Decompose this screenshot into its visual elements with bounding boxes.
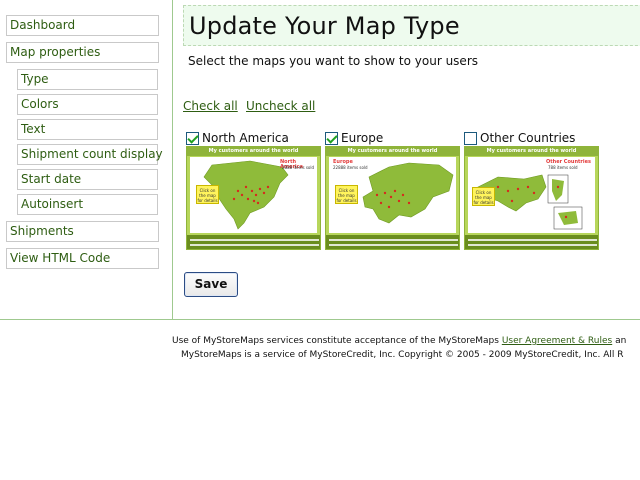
sidebar-item-dashboard[interactable]: Dashboard	[6, 15, 159, 36]
map-canvas: Click on the map for details Other Count…	[468, 157, 595, 233]
sidebar-item-start-date[interactable]: Start date	[17, 169, 158, 190]
map-canvas: Click on the map for details Europe 2288…	[329, 157, 456, 233]
footer-copyright: MyStoreMaps is a service of MyStoreCredi…	[181, 350, 624, 360]
sidebar-item-text[interactable]: Text	[17, 119, 158, 140]
uncheck-all-link[interactable]: Uncheck all	[246, 99, 315, 113]
europe-map-thumbnail[interactable]: My customers around the world Click on t…	[325, 146, 460, 250]
other-countries-map-thumbnail[interactable]: My customers around the world Click on t…	[464, 146, 599, 250]
sidebar-item-map-properties[interactable]: Map properties	[6, 42, 159, 63]
map-footer	[187, 235, 320, 249]
sidebar-item-shipments[interactable]: Shipments	[6, 221, 159, 242]
north-america-label[interactable]: North America	[202, 131, 289, 145]
other-countries-checkbox[interactable]	[464, 132, 477, 145]
map-footer	[465, 235, 598, 249]
europe-checkbox[interactable]	[325, 132, 338, 145]
items-sold-text: 788 items sold	[548, 165, 578, 170]
other-countries-label[interactable]: Other Countries	[480, 131, 575, 145]
click-for-details-box: Click on the map for details	[472, 187, 495, 206]
map-footer	[326, 235, 459, 249]
north-america-map-thumbnail[interactable]: My customers around the world Click on t…	[186, 146, 321, 250]
click-for-details-box: Click on the map for details	[196, 185, 219, 204]
items-sold-text: 2888 items sold	[282, 165, 315, 170]
footer-terms-prefix: Use of MyStoreMaps services constitute a…	[172, 336, 502, 346]
map-banner: My customers around the world	[465, 147, 598, 156]
sidebar: Dashboard Map properties Type Colors Tex…	[0, 0, 173, 319]
footer-divider	[0, 319, 640, 320]
items-sold-text: 22888 items sold	[333, 165, 368, 170]
sidebar-item-shipment-count-display[interactable]: Shipment count display	[17, 144, 163, 165]
check-all-link[interactable]: Check all	[183, 99, 238, 113]
footer-terms: Use of MyStoreMaps services constitute a…	[172, 336, 626, 346]
sidebar-item-view-html-code[interactable]: View HTML Code	[6, 248, 159, 269]
sidebar-item-autoinsert[interactable]: Autoinsert	[17, 194, 158, 215]
sidebar-item-type[interactable]: Type	[17, 69, 158, 90]
map-canvas: Click on the map for details North Ameri…	[190, 157, 317, 233]
sidebar-item-colors[interactable]: Colors	[17, 94, 158, 115]
map-banner: My customers around the world	[326, 147, 459, 156]
footer-terms-suffix: an	[612, 336, 627, 346]
instructions-text: Select the maps you want to show to your…	[188, 54, 478, 68]
page-title-bar: Update Your Map Type	[183, 5, 640, 46]
user-agreement-link[interactable]: User Agreement & Rules	[502, 336, 612, 346]
map-banner: My customers around the world	[187, 147, 320, 156]
page-title: Update Your Map Type	[189, 12, 460, 40]
save-button[interactable]: Save	[184, 272, 238, 297]
click-for-details-box: Click on the map for details	[335, 185, 358, 204]
north-america-checkbox[interactable]	[186, 132, 199, 145]
europe-label[interactable]: Europe	[341, 131, 383, 145]
